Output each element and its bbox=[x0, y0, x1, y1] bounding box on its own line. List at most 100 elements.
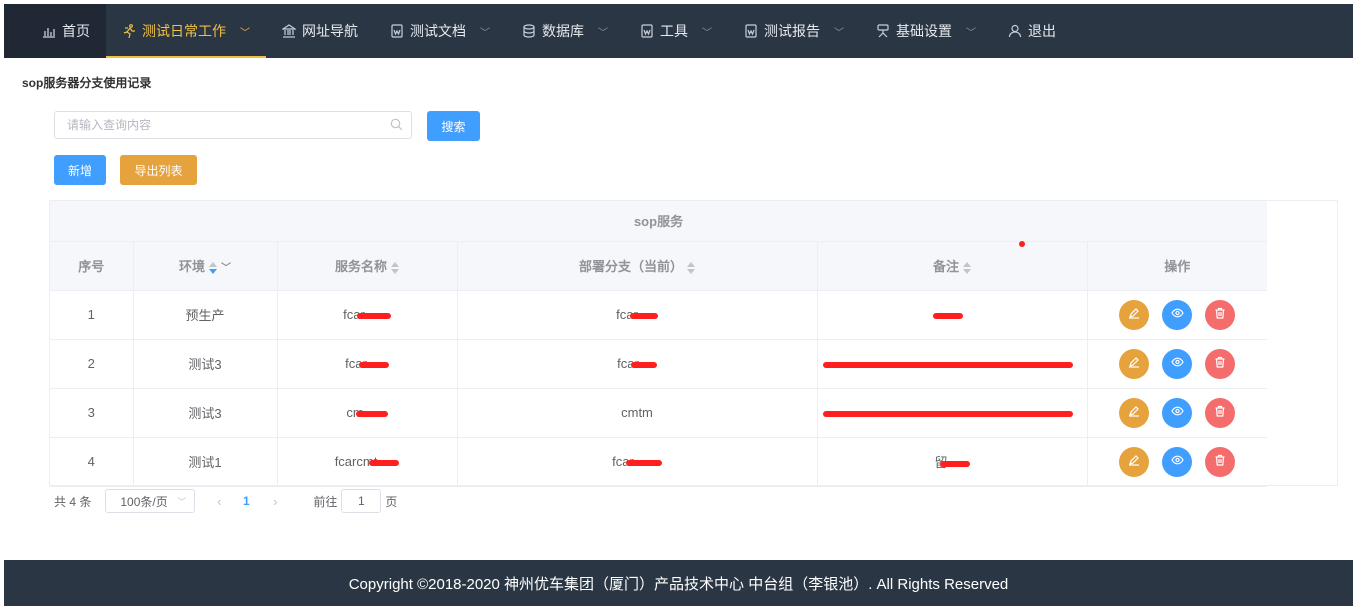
sort-icon[interactable] bbox=[209, 261, 217, 275]
cell-env: 预生产 bbox=[133, 290, 278, 340]
redaction-mark bbox=[369, 459, 400, 466]
nav-label: 退出 bbox=[1028, 23, 1056, 39]
redaction-mark bbox=[356, 312, 391, 319]
row-actions bbox=[1089, 446, 1267, 477]
user-icon bbox=[1008, 24, 1022, 38]
goto-page-input[interactable] bbox=[341, 489, 382, 513]
chevron-down-icon: ﹀ bbox=[966, 27, 976, 39]
cell-index: 2 bbox=[50, 339, 134, 389]
delete-button[interactable] bbox=[1205, 348, 1236, 379]
page-suffix: 页 bbox=[385, 494, 398, 509]
search-box bbox=[54, 111, 412, 139]
column-header-branch[interactable]: 部署分支（当前） bbox=[457, 241, 818, 291]
nav-item-database[interactable]: 数据库 ﹀ bbox=[506, 4, 624, 58]
nav-item-test-reports[interactable]: 测试报告 ﹀ bbox=[728, 4, 860, 58]
column-header-env[interactable]: 环境 ﹀ bbox=[133, 241, 278, 291]
settings-icon bbox=[876, 24, 890, 38]
cell-service: fcar bbox=[277, 290, 458, 340]
nav-item-base-settings[interactable]: 基础设置 ﹀ bbox=[860, 4, 992, 58]
cell-note: 留 bbox=[817, 437, 1088, 487]
delete-button[interactable] bbox=[1205, 299, 1236, 330]
chevron-down-icon: ﹀ bbox=[598, 27, 608, 39]
redaction-mark bbox=[939, 460, 970, 467]
trash-icon bbox=[1214, 307, 1226, 322]
cell-actions bbox=[1087, 339, 1268, 389]
cell-service: fcarcmt bbox=[277, 437, 458, 487]
cell-env: 测试3 bbox=[133, 339, 278, 389]
cell-branch: fcar bbox=[457, 437, 818, 487]
sort-icon[interactable] bbox=[687, 261, 695, 275]
edit-icon bbox=[1128, 405, 1140, 420]
cell-branch: cmtm bbox=[457, 388, 818, 438]
prev-page-icon[interactable]: ‹ bbox=[205, 494, 233, 509]
nav-item-logout[interactable]: 退出 bbox=[992, 4, 1072, 58]
delete-button[interactable] bbox=[1205, 446, 1236, 477]
edit-icon bbox=[1128, 307, 1140, 322]
redaction-mark bbox=[358, 361, 389, 368]
page-size-select[interactable]: 100条/页 ﹀ bbox=[105, 489, 196, 513]
eye-icon bbox=[1171, 356, 1184, 371]
cell-actions bbox=[1087, 437, 1268, 487]
nav-label: 测试报告 bbox=[764, 23, 820, 39]
cell-branch: fcar bbox=[457, 339, 818, 389]
cell-branch: fcar bbox=[457, 290, 818, 340]
copyright-text: Copyright ©2018-2020 神州优车集团（厦门）产品技术中心 中台… bbox=[348, 575, 1009, 593]
column-header-service[interactable]: 服务名称 bbox=[277, 241, 458, 291]
bar-chart-icon bbox=[42, 24, 56, 38]
page-title: sop服务器分支使用记录 bbox=[22, 76, 152, 90]
goto-label: 前往 bbox=[313, 494, 338, 509]
nav-item-tools[interactable]: 工具 ﹀ bbox=[624, 4, 728, 58]
trash-icon bbox=[1214, 405, 1226, 420]
trash-icon bbox=[1214, 454, 1226, 469]
chevron-down-icon: ﹀ bbox=[480, 27, 490, 39]
trash-icon bbox=[1214, 356, 1226, 371]
search-button[interactable]: 搜索 bbox=[427, 111, 480, 141]
filter-chevron-icon[interactable]: ﹀ bbox=[221, 263, 231, 274]
row-actions bbox=[1089, 348, 1267, 379]
footer: Copyright ©2018-2020 神州优车集团（厦门）产品技术中心 中台… bbox=[4, 560, 1353, 606]
edit-icon bbox=[1128, 356, 1140, 371]
nav-label: 工具 bbox=[660, 23, 688, 39]
eye-icon bbox=[1171, 405, 1184, 420]
cell-actions bbox=[1087, 290, 1268, 340]
redaction-mark bbox=[1019, 241, 1025, 247]
search-input[interactable] bbox=[55, 112, 399, 138]
redaction-mark bbox=[625, 459, 662, 466]
data-table: sop服务 序号 环境 ﹀ 服务名称 部署分支（当前） 备注 操作 1 预生产 fca… bbox=[49, 200, 1338, 487]
table-row: 4测试1fcarcmtfcar留 bbox=[50, 437, 1268, 487]
cell-env: 测试1 bbox=[133, 437, 278, 487]
delete-button[interactable] bbox=[1205, 397, 1236, 428]
edit-icon bbox=[1128, 454, 1140, 469]
next-page-icon[interactable]: › bbox=[261, 494, 289, 509]
cell-env: 测试3 bbox=[133, 388, 278, 438]
nav-item-url-navigation[interactable]: 网址导航 bbox=[266, 4, 374, 58]
nav-item-daily-testing[interactable]: 测试日常工作 ﹀ bbox=[106, 4, 266, 58]
column-header-note[interactable]: 备注 bbox=[817, 241, 1088, 291]
edit-button[interactable] bbox=[1119, 348, 1150, 379]
table-row: 2 测试3 fcar fcar bbox=[50, 339, 1268, 389]
cell-index: 3 bbox=[50, 388, 134, 438]
view-button[interactable] bbox=[1162, 348, 1193, 379]
nav-item-home[interactable]: 首页 bbox=[4, 4, 106, 58]
export-list-button[interactable]: 导出列表 bbox=[120, 155, 197, 185]
view-button[interactable] bbox=[1162, 446, 1193, 477]
edit-button[interactable] bbox=[1119, 299, 1150, 330]
edit-button[interactable] bbox=[1119, 446, 1150, 477]
redaction-mark bbox=[629, 312, 658, 319]
nav-label: 网址导航 bbox=[302, 23, 358, 39]
sort-icon[interactable] bbox=[963, 261, 971, 275]
nav-label: 数据库 bbox=[542, 23, 584, 39]
nav-label: 测试文档 bbox=[410, 23, 466, 39]
edit-button[interactable] bbox=[1119, 397, 1150, 428]
cell-service: fcar bbox=[277, 339, 458, 389]
sort-icon[interactable] bbox=[391, 261, 399, 275]
column-header-index: 序号 bbox=[50, 241, 134, 291]
view-button[interactable] bbox=[1162, 397, 1193, 428]
view-button[interactable] bbox=[1162, 299, 1193, 330]
cell-note bbox=[817, 290, 1088, 340]
search-icon[interactable] bbox=[390, 118, 403, 136]
add-button[interactable]: 新增 bbox=[54, 155, 106, 185]
nav-item-test-docs[interactable]: 测试文档 ﹀ bbox=[374, 4, 506, 58]
page-number[interactable]: 1 bbox=[233, 494, 259, 508]
chevron-down-icon: ﹀ bbox=[177, 496, 187, 507]
